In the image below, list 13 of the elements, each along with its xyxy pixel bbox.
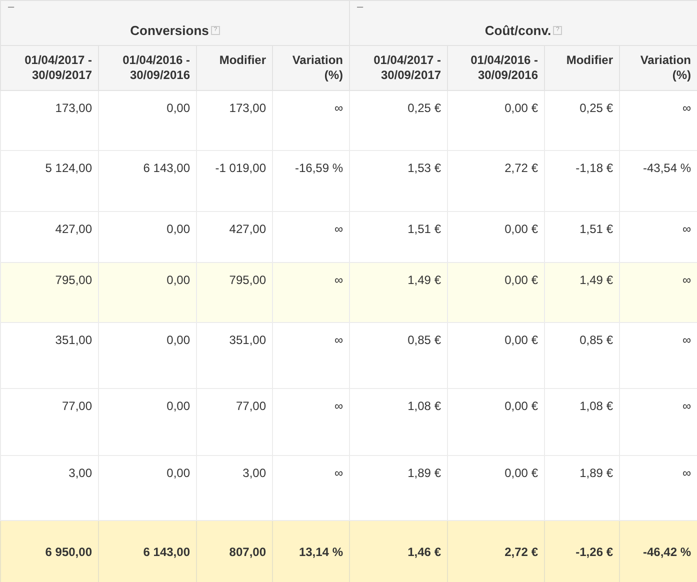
column-header[interactable]: Variation (%) (272, 46, 350, 90)
column-header[interactable]: 01/04/2017 - 30/09/2017 (0, 46, 98, 90)
collapse-toggle[interactable]: – (357, 1, 364, 13)
total-cell: 6 950,00 (0, 520, 98, 582)
collapse-toggle[interactable]: – (8, 1, 14, 13)
column-header[interactable]: Modifier (544, 46, 620, 90)
column-header[interactable]: Variation (%) (620, 46, 697, 90)
group-title: Conversions (130, 22, 209, 40)
column-header[interactable]: 01/04/2016 - 30/09/2016 (98, 46, 196, 90)
column-header[interactable]: Modifier (196, 46, 272, 90)
column-header[interactable]: 01/04/2017 - 30/09/2017 (350, 46, 448, 90)
group-title: Coût/conv. (484, 22, 552, 40)
column-header[interactable]: 01/04/2016 - 30/09/2016 (448, 46, 544, 90)
